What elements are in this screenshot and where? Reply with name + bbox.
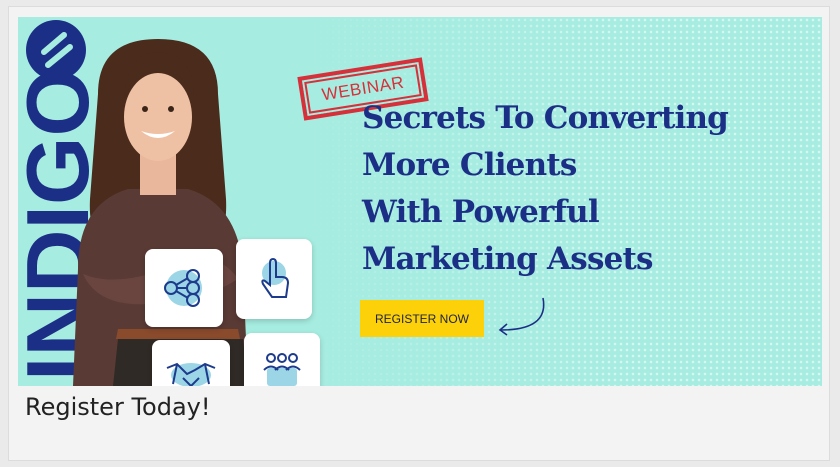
headline-line-1: Secrets To Converting [362,100,729,136]
caption-text: Register Today! [25,393,211,421]
register-now-button[interactable]: REGISTER NOW [360,300,484,337]
people-network-card [145,249,223,327]
curved-arrow-icon [498,297,545,336]
webinar-banner[interactable]: INDIGO WEBINAR Secrets To Converting Mor… [18,17,822,386]
pointer-click-card [236,239,312,319]
headline-line-4: Marketing Assets [362,241,654,277]
handshake-card [152,340,230,386]
headline: Secrets To Converting More Clients With … [362,95,792,283]
pointer-click-icon [261,257,290,298]
headline-line-2: More Clients [362,147,577,183]
people-network-icon [164,269,202,307]
presenter-photo [73,39,248,386]
team-card [244,333,320,386]
team-icon [263,353,301,386]
headline-line-3: With Powerful [362,194,600,230]
handshake-icon [166,362,216,386]
